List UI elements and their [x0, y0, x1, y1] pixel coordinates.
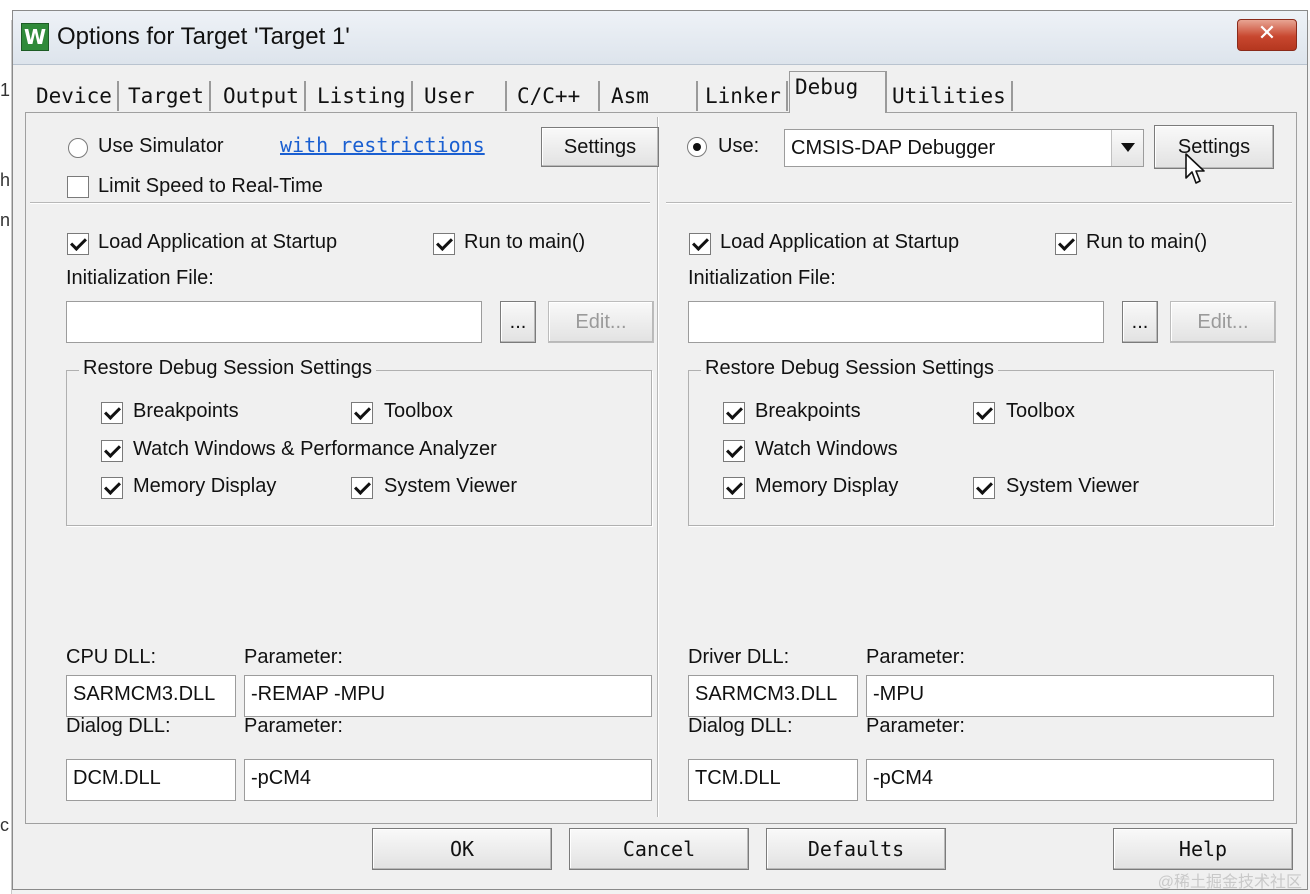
- restore-settings-group-right: Restore Debug Session Settings Breakpoin…: [688, 357, 1274, 526]
- load-app-label-right: Load Application at Startup: [720, 231, 960, 253]
- driver-dll-input[interactable]: SARMCM3.DLL: [688, 675, 858, 717]
- debugger-select-value: CMSIS-DAP Debugger: [791, 137, 996, 159]
- defaults-button[interactable]: Defaults: [766, 828, 946, 870]
- cpu-param-input[interactable]: -REMAP -MPU: [244, 675, 652, 717]
- toolbox-checkbox[interactable]: [351, 402, 373, 424]
- dialog-dll-input[interactable]: DCM.DLL: [66, 759, 236, 801]
- edge-glyph: n: [0, 210, 11, 230]
- tab-target[interactable]: Target: [123, 81, 211, 111]
- use-debugger-label: Use:: [718, 135, 760, 157]
- dialog-dll-label: Dialog DLL:: [66, 715, 171, 737]
- limit-speed-label: Limit Speed to Real-Time: [98, 175, 323, 197]
- dialog-dll-input-right[interactable]: TCM.DLL: [688, 759, 858, 801]
- breakpoints-label: Breakpoints: [133, 400, 239, 422]
- init-file-input-right[interactable]: [688, 301, 1104, 343]
- toolbox-checkbox-right[interactable]: [973, 402, 995, 424]
- init-file-input[interactable]: [66, 301, 482, 343]
- left-top-divider: [30, 202, 650, 204]
- use-simulator-radio[interactable]: [68, 138, 88, 158]
- init-file-label-right: Initialization File:: [688, 267, 836, 289]
- cancel-button[interactable]: Cancel: [569, 828, 749, 870]
- tab-utilities[interactable]: Utilities: [887, 81, 1013, 111]
- driver-param-label: Parameter:: [866, 646, 965, 668]
- keil-app-icon: W: [21, 23, 49, 51]
- debug-tab-panel: Use Simulator with restrictions Settings…: [25, 112, 1297, 824]
- tab-strip: Device Target Output Listing User C/C++ …: [31, 71, 1131, 113]
- use-simulator-label: Use Simulator: [98, 135, 224, 157]
- watch-windows-label: Watch Windows & Performance Analyzer: [133, 438, 497, 460]
- dialog-dll-label-right: Dialog DLL:: [688, 715, 793, 737]
- dialog-param-label-right: Parameter:: [866, 715, 965, 737]
- memory-display-checkbox-right[interactable]: [723, 477, 745, 499]
- toolbox-label: Toolbox: [384, 400, 453, 422]
- init-file-edit-button[interactable]: Edit...: [548, 301, 654, 343]
- tab-cpp[interactable]: C/C++: [512, 81, 600, 111]
- tab-linker[interactable]: Linker: [700, 81, 788, 111]
- tab-device[interactable]: Device: [31, 81, 119, 111]
- cpu-dll-label: CPU DLL:: [66, 646, 157, 668]
- init-file-label: Initialization File:: [66, 267, 214, 289]
- memory-display-label-right: Memory Display: [755, 475, 899, 497]
- tab-user[interactable]: User: [419, 81, 507, 111]
- edge-glyph: 1: [0, 80, 11, 100]
- debugger-settings-button[interactable]: Settings: [1154, 125, 1274, 169]
- edge-glyph: h: [0, 170, 11, 190]
- breakpoints-checkbox[interactable]: [101, 402, 123, 424]
- background-editor-edge: 1 h n c: [0, 20, 12, 894]
- close-button[interactable]: ✕: [1237, 19, 1297, 51]
- load-app-checkbox-right[interactable]: [689, 233, 711, 255]
- cpu-param-label: Parameter:: [244, 646, 343, 668]
- system-viewer-checkbox-right[interactable]: [973, 477, 995, 499]
- system-viewer-label-right: System Viewer: [1006, 475, 1140, 497]
- use-debugger-radio[interactable]: [687, 137, 707, 157]
- dialog-param-label: Parameter:: [244, 715, 343, 737]
- tab-output[interactable]: Output: [218, 81, 306, 111]
- breakpoints-checkbox-right[interactable]: [723, 402, 745, 424]
- tab-debug[interactable]: Debug: [789, 71, 887, 113]
- run-to-main-label: Run to main(): [464, 231, 586, 253]
- toolbox-label-right: Toolbox: [1006, 400, 1075, 422]
- run-to-main-label-right: Run to main(): [1086, 231, 1208, 253]
- watch-windows-label-right: Watch Windows: [755, 438, 898, 460]
- driver-dll-label: Driver DLL:: [688, 646, 790, 668]
- simulator-settings-button[interactable]: Settings: [541, 127, 659, 167]
- restore-settings-group: Restore Debug Session Settings Breakpoin…: [66, 357, 652, 526]
- init-file-browse-button-right[interactable]: ...: [1122, 301, 1158, 343]
- load-app-checkbox[interactable]: [67, 233, 89, 255]
- restore-settings-title: Restore Debug Session Settings: [79, 357, 377, 380]
- restore-settings-title-right: Restore Debug Session Settings: [701, 357, 999, 380]
- dialog-param-input[interactable]: -pCM4: [244, 759, 652, 801]
- with-restrictions-link[interactable]: with restrictions: [280, 133, 485, 157]
- title-bar: W Options for Target 'Target 1' ✕: [13, 11, 1307, 65]
- memory-display-checkbox[interactable]: [101, 477, 123, 499]
- help-button[interactable]: Help: [1113, 828, 1293, 870]
- init-file-edit-button-right[interactable]: Edit...: [1170, 301, 1276, 343]
- ok-button[interactable]: OK: [372, 828, 552, 870]
- options-dialog: W Options for Target 'Target 1' ✕ Device…: [12, 10, 1308, 890]
- dialog-param-input-right[interactable]: -pCM4: [866, 759, 1274, 801]
- edge-glyph: c: [0, 815, 9, 835]
- limit-speed-checkbox[interactable]: [67, 176, 89, 198]
- mouse-cursor-icon: [1185, 153, 1205, 184]
- tab-listing[interactable]: Listing: [312, 81, 413, 111]
- watch-windows-checkbox-right[interactable]: [723, 440, 745, 462]
- watch-windows-checkbox[interactable]: [101, 440, 123, 462]
- tab-asm[interactable]: Asm: [606, 81, 698, 111]
- system-viewer-label: System Viewer: [384, 475, 518, 497]
- window-title: Options for Target 'Target 1': [57, 23, 350, 50]
- chevron-down-icon[interactable]: [1111, 130, 1143, 166]
- column-separator: [657, 117, 659, 817]
- memory-display-label: Memory Display: [133, 475, 277, 497]
- init-file-browse-button[interactable]: ...: [500, 301, 536, 343]
- breakpoints-label-right: Breakpoints: [755, 400, 861, 422]
- watermark: @稀土掘金技术社区: [1157, 874, 1302, 891]
- right-top-divider: [666, 202, 1292, 204]
- debugger-select[interactable]: CMSIS-DAP Debugger: [784, 129, 1144, 167]
- load-app-label: Load Application at Startup: [98, 231, 338, 253]
- system-viewer-checkbox[interactable]: [351, 477, 373, 499]
- run-to-main-checkbox-right[interactable]: [1055, 233, 1077, 255]
- run-to-main-checkbox[interactable]: [433, 233, 455, 255]
- driver-param-input[interactable]: -MPU: [866, 675, 1274, 717]
- cpu-dll-input[interactable]: SARMCM3.DLL: [66, 675, 236, 717]
